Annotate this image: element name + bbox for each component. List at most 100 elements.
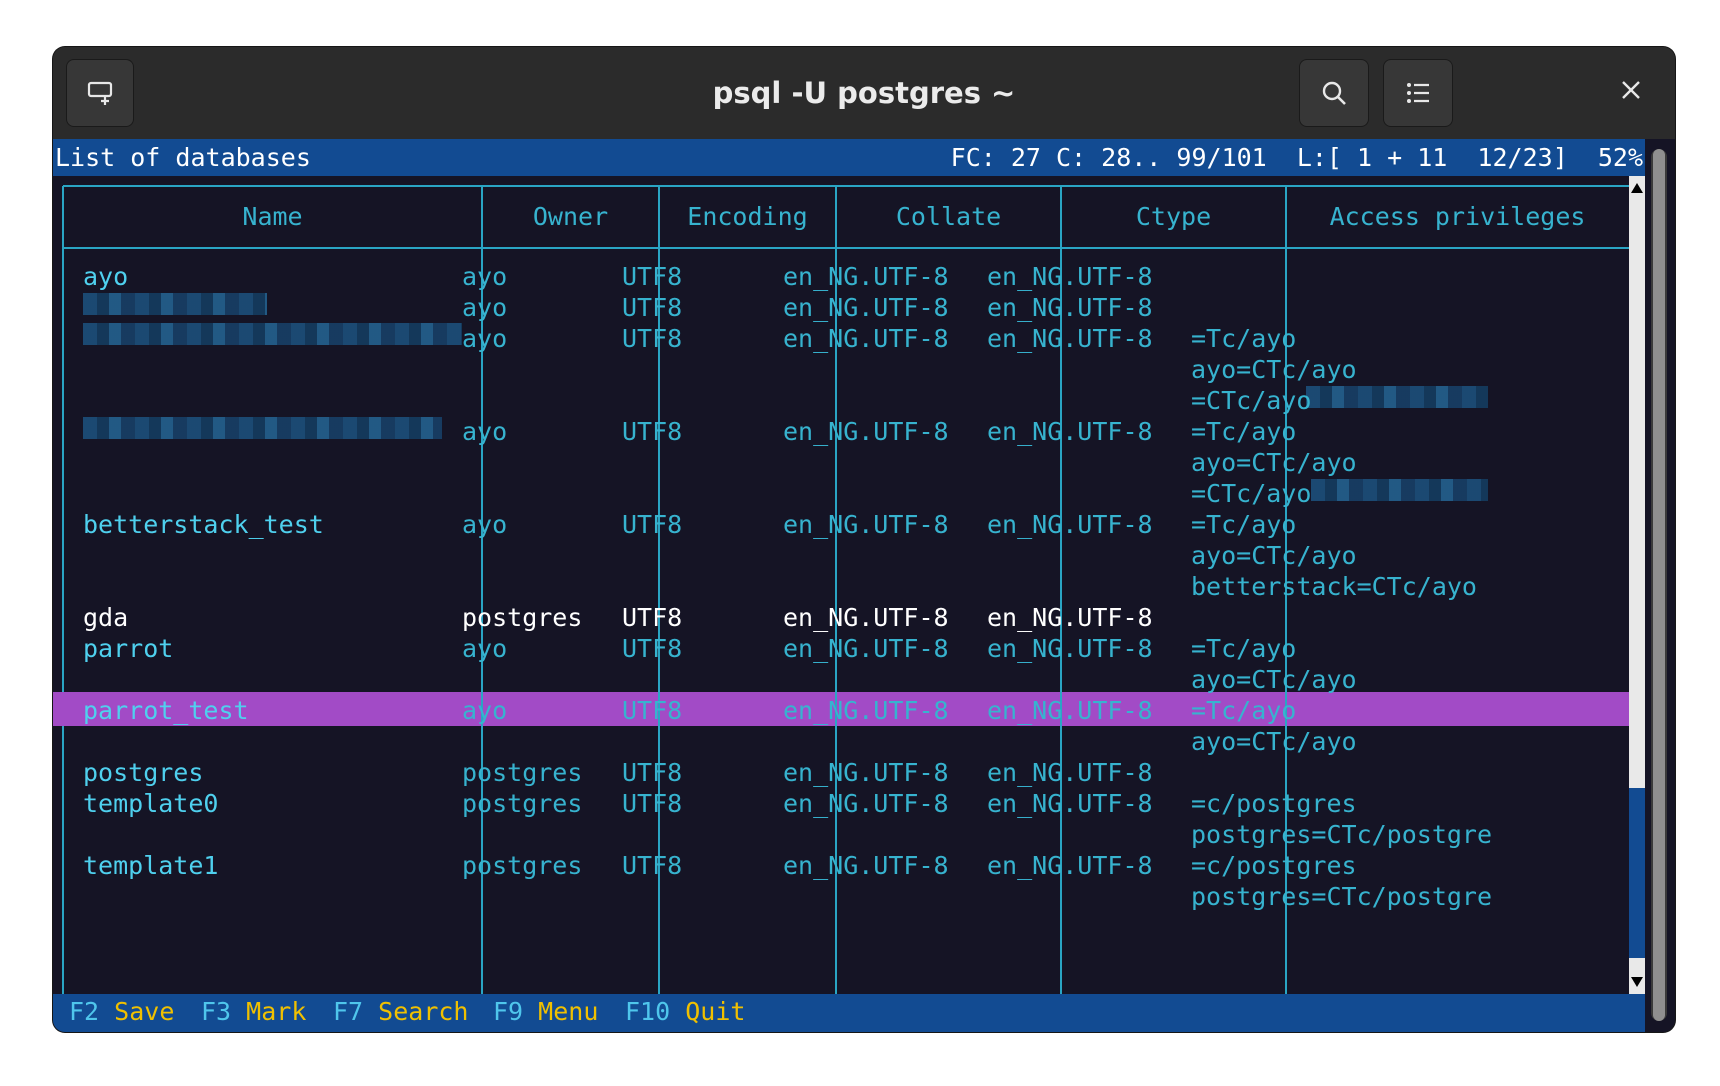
- cell-collate: en_NG.UTF-8: [783, 758, 949, 787]
- header-collate: Collate: [895, 202, 1002, 231]
- pager-scroll-thumb[interactable]: [1629, 788, 1645, 958]
- cell-name: template1: [83, 851, 219, 880]
- cell-ctype: en_NG.UTF-8: [987, 417, 1153, 446]
- cell-owner: postgres: [462, 789, 583, 818]
- cell-collate: en_NG.UTF-8: [783, 603, 949, 632]
- terminal-area[interactable]: List of databases FC: 27 C: 28.. 99/101 …: [53, 139, 1675, 1032]
- cell-owner: ayo: [462, 293, 508, 322]
- cell-name: ayo: [83, 262, 129, 291]
- redacted-name: [83, 323, 462, 345]
- cell-access-privilege: ayo=CTc/ayo: [1191, 727, 1357, 756]
- cell-name: parrot: [83, 634, 174, 663]
- header-ctype: Ctype: [1135, 202, 1212, 231]
- cell-ctype: en_NG.UTF-8: [987, 510, 1153, 539]
- cell-owner: ayo: [462, 634, 508, 663]
- cell-access-privilege: ayo=CTc/ayo: [1191, 665, 1357, 694]
- cell-access-privilege: ayo=CTc/ayo: [1191, 355, 1357, 384]
- window-scrollbar[interactable]: [1651, 149, 1667, 1021]
- window-scroll-thumb[interactable]: [1653, 149, 1665, 1021]
- header-access-privileges: Access privileges: [1329, 202, 1586, 231]
- cell-owner: ayo: [462, 510, 508, 539]
- status-position: FC: 27 C: 28.. 99/101 L:[ 1 + 11 12/23] …: [950, 143, 1643, 172]
- header-name: Name: [242, 202, 303, 231]
- cell-owner: ayo: [462, 417, 508, 446]
- cell-encoding: UTF8: [622, 789, 683, 818]
- cell-access-privilege: =CTc/ayo: [1191, 479, 1312, 508]
- fkey-mark[interactable]: F3 Mark: [201, 994, 306, 1030]
- cell-collate: en_NG.UTF-8: [783, 510, 949, 539]
- cell-encoding: UTF8: [622, 293, 683, 322]
- cell-collate: en_NG.UTF-8: [783, 262, 949, 291]
- cell-ctype: en_NG.UTF-8: [987, 634, 1153, 663]
- cell-encoding: UTF8: [622, 758, 683, 787]
- header-encoding: Encoding: [687, 202, 808, 231]
- fkey-menu[interactable]: F9 Menu: [493, 994, 598, 1030]
- cell-name: postgres: [83, 758, 204, 787]
- cell-ctype: en_NG.UTF-8: [987, 603, 1153, 632]
- cell-collate: en_NG.UTF-8: [783, 789, 949, 818]
- cell-access-privilege: =Tc/ayo: [1191, 417, 1297, 446]
- scroll-down-arrow-icon[interactable]: [1629, 972, 1645, 992]
- cell-ctype: en_NG.UTF-8: [987, 324, 1153, 353]
- redacted-role: [1306, 386, 1488, 408]
- cell-access-privilege: ayo=CTc/ayo: [1191, 541, 1357, 570]
- fkey-quit[interactable]: F10 Quit: [625, 994, 745, 1030]
- new-tab-button[interactable]: [66, 59, 134, 127]
- scroll-up-arrow-icon[interactable]: [1629, 178, 1645, 198]
- cell-name: gda: [83, 603, 129, 632]
- menu-button[interactable]: [1383, 59, 1453, 127]
- cell-access-privilege: =Tc/ayo: [1191, 324, 1297, 353]
- pager-status-bar: List of databases FC: 27 C: 28.. 99/101 …: [53, 139, 1645, 176]
- cell-name: template0: [83, 789, 219, 818]
- terminal-window: psql -U postgres ~ List of databases FC:…: [53, 47, 1675, 1032]
- pager-scrollbar[interactable]: [1629, 176, 1645, 994]
- title-bar: psql -U postgres ~: [53, 47, 1675, 139]
- cell-collate: en_NG.UTF-8: [783, 417, 949, 446]
- cell-encoding: UTF8: [622, 262, 683, 291]
- cell-owner: ayo: [462, 262, 508, 291]
- cell-ctype: en_NG.UTF-8: [987, 851, 1153, 880]
- cell-access-privilege: =Tc/ayo: [1191, 696, 1297, 725]
- cell-ctype: en_NG.UTF-8: [987, 262, 1153, 291]
- cell-access-privilege: =c/postgres: [1191, 789, 1357, 818]
- database-table[interactable]: Name Owner Encoding Collate Ctype Access…: [53, 176, 1629, 994]
- cell-access-privilege: betterstack=CTc/ayo: [1191, 572, 1477, 601]
- cell-access-privilege: =Tc/ayo: [1191, 634, 1297, 663]
- search-icon: [1320, 79, 1348, 107]
- cell-collate: en_NG.UTF-8: [783, 851, 949, 880]
- redacted-role: [1311, 479, 1488, 501]
- cell-encoding: UTF8: [622, 696, 683, 725]
- cell-encoding: UTF8: [622, 851, 683, 880]
- cell-ctype: en_NG.UTF-8: [987, 696, 1153, 725]
- cell-access-privilege: =c/postgres: [1191, 851, 1357, 880]
- cell-collate: en_NG.UTF-8: [783, 634, 949, 663]
- cell-owner: postgres: [462, 758, 583, 787]
- status-title: List of databases: [55, 143, 311, 172]
- new-tab-icon: [86, 79, 114, 107]
- list-menu-icon: [1404, 79, 1432, 107]
- cell-ctype: en_NG.UTF-8: [987, 789, 1153, 818]
- cell-access-privilege: postgres=CTc/postgre: [1191, 820, 1493, 849]
- cell-owner: ayo: [462, 324, 508, 353]
- cell-encoding: UTF8: [622, 510, 683, 539]
- cell-name: betterstack_test: [83, 510, 324, 539]
- cell-access-privilege: =CTc/ayo: [1191, 386, 1312, 415]
- redacted-name: [83, 417, 442, 439]
- cell-access-privilege: ayo=CTc/ayo: [1191, 448, 1357, 477]
- cell-encoding: UTF8: [622, 634, 683, 663]
- fkey-search[interactable]: F7 Search: [333, 994, 468, 1030]
- cell-encoding: UTF8: [622, 603, 683, 632]
- close-button[interactable]: [1601, 59, 1661, 125]
- search-button[interactable]: [1299, 59, 1369, 127]
- cell-owner: ayo: [462, 696, 508, 725]
- cell-collate: en_NG.UTF-8: [783, 324, 949, 353]
- cell-owner: postgres: [462, 851, 583, 880]
- cell-encoding: UTF8: [622, 324, 683, 353]
- fkey-save[interactable]: F2 Save: [69, 994, 174, 1030]
- cell-ctype: en_NG.UTF-8: [987, 758, 1153, 787]
- cell-name: parrot_test: [83, 696, 249, 725]
- cell-owner: postgres: [462, 603, 583, 632]
- cell-collate: en_NG.UTF-8: [783, 696, 949, 725]
- cell-access-privilege: postgres=CTc/postgre: [1191, 882, 1493, 911]
- close-icon: [1619, 78, 1643, 106]
